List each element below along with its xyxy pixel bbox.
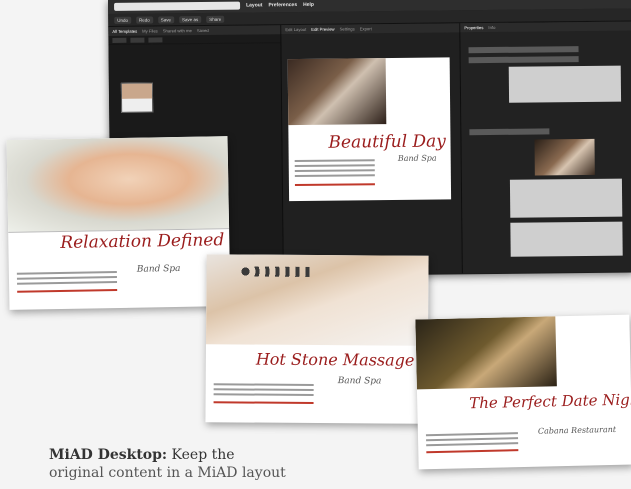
hot-stones-image (240, 266, 315, 277)
text-line (16, 271, 117, 275)
text-line (426, 437, 519, 442)
card-title: Hot Stone Massage (255, 349, 415, 370)
search-input[interactable] (114, 1, 241, 11)
cta-line (213, 401, 314, 404)
text-line (17, 281, 118, 285)
tab-settings[interactable]: Settings (340, 26, 355, 31)
thumbnail-image (121, 83, 153, 100)
text-line (294, 159, 375, 163)
tab-all-templates[interactable]: All Templates (112, 29, 137, 34)
caption-bold: MiAD Desktop: (49, 447, 168, 463)
caption: MiAD Desktop: Keep the original content … (49, 446, 286, 482)
text-line (425, 432, 518, 437)
card-title: Relaxation Defined (60, 230, 225, 254)
tab-edit-layout[interactable]: Edit Layout (285, 27, 306, 32)
menu-preferences[interactable]: Preferences (268, 2, 297, 8)
redo-button[interactable]: Redo (135, 16, 153, 24)
card-body-text (213, 380, 314, 407)
template-thumbnail[interactable] (120, 82, 154, 113)
card-brand: Band Spa (337, 376, 382, 387)
canvas-body-text[interactable] (294, 156, 375, 189)
tab-shared[interactable]: Shared with me (163, 28, 192, 33)
card-body-text (425, 429, 519, 456)
property-row (468, 46, 579, 54)
text-line (294, 169, 375, 173)
text-line (426, 442, 519, 447)
size-dropdown[interactable] (148, 36, 163, 43)
caption-line1: Keep the (167, 447, 235, 463)
tab-properties[interactable]: Properties (464, 25, 483, 30)
menu-layout[interactable]: Layout (246, 2, 262, 8)
tab-saved[interactable]: Saved (197, 28, 209, 33)
card-brand: Band Spa (136, 263, 181, 275)
card-hero-image (205, 254, 429, 346)
card-brand: Cabana Restaurant (537, 424, 617, 436)
property-field[interactable] (468, 56, 579, 64)
properties-panel: Properties Info (460, 21, 631, 274)
card-body-text (16, 268, 118, 296)
cta-line (426, 449, 519, 454)
properties-tabs: Properties Info (460, 21, 631, 33)
tab-export[interactable]: Export (360, 26, 372, 31)
save-as-button[interactable]: Save as (178, 15, 202, 23)
printed-card-spa: Relaxation Defined Band Spa (6, 136, 231, 310)
canvas-title[interactable]: Beautiful Day (328, 131, 446, 152)
text-line (294, 174, 375, 178)
menu-help[interactable]: Help (303, 2, 314, 8)
property-field[interactable] (469, 128, 550, 136)
canvas-photo[interactable] (287, 58, 387, 126)
card-hero-image (6, 136, 230, 232)
card-hero-image (415, 316, 557, 390)
property-field[interactable] (468, 46, 579, 54)
preview-panel: Edit Layout Edit Preview Settings Export… (281, 23, 463, 276)
image-preview[interactable] (534, 138, 595, 176)
text-line (213, 393, 314, 396)
text-area[interactable] (509, 178, 623, 218)
tab-my-files[interactable]: My Files (142, 28, 158, 33)
document-canvas[interactable]: Beautiful Day Band Spa (287, 57, 452, 202)
text-line (294, 164, 375, 168)
text-line (213, 388, 314, 391)
text-area[interactable] (508, 65, 622, 103)
canvas-signature: Band Spa (397, 153, 437, 163)
save-button[interactable]: Save (157, 15, 175, 23)
cta-line (17, 289, 118, 293)
caption-line2: original content in a MiAD layout (49, 465, 286, 481)
cta-line (294, 183, 375, 187)
tab-edit-preview[interactable]: Edit Preview (311, 27, 334, 32)
sort-dropdown[interactable] (130, 37, 145, 43)
property-row (468, 56, 579, 64)
text-line (16, 276, 117, 280)
printed-card-stone: Hot Stone Massage Band Spa (205, 254, 429, 424)
share-button[interactable]: Share (206, 15, 225, 23)
filter-dropdown[interactable] (112, 37, 127, 43)
filter-row (108, 34, 281, 45)
card-title: The Perfect Date Night (469, 390, 631, 413)
undo-button[interactable]: Undo (114, 16, 132, 24)
printed-card-dinner: The Perfect Date Night Cabana Restaurant (415, 314, 631, 470)
text-area[interactable] (510, 221, 623, 257)
text-line (213, 383, 314, 386)
preview-tabs: Edit Layout Edit Preview Settings Export (281, 23, 460, 35)
tab-info[interactable]: Info (488, 25, 495, 30)
property-row (469, 128, 550, 136)
